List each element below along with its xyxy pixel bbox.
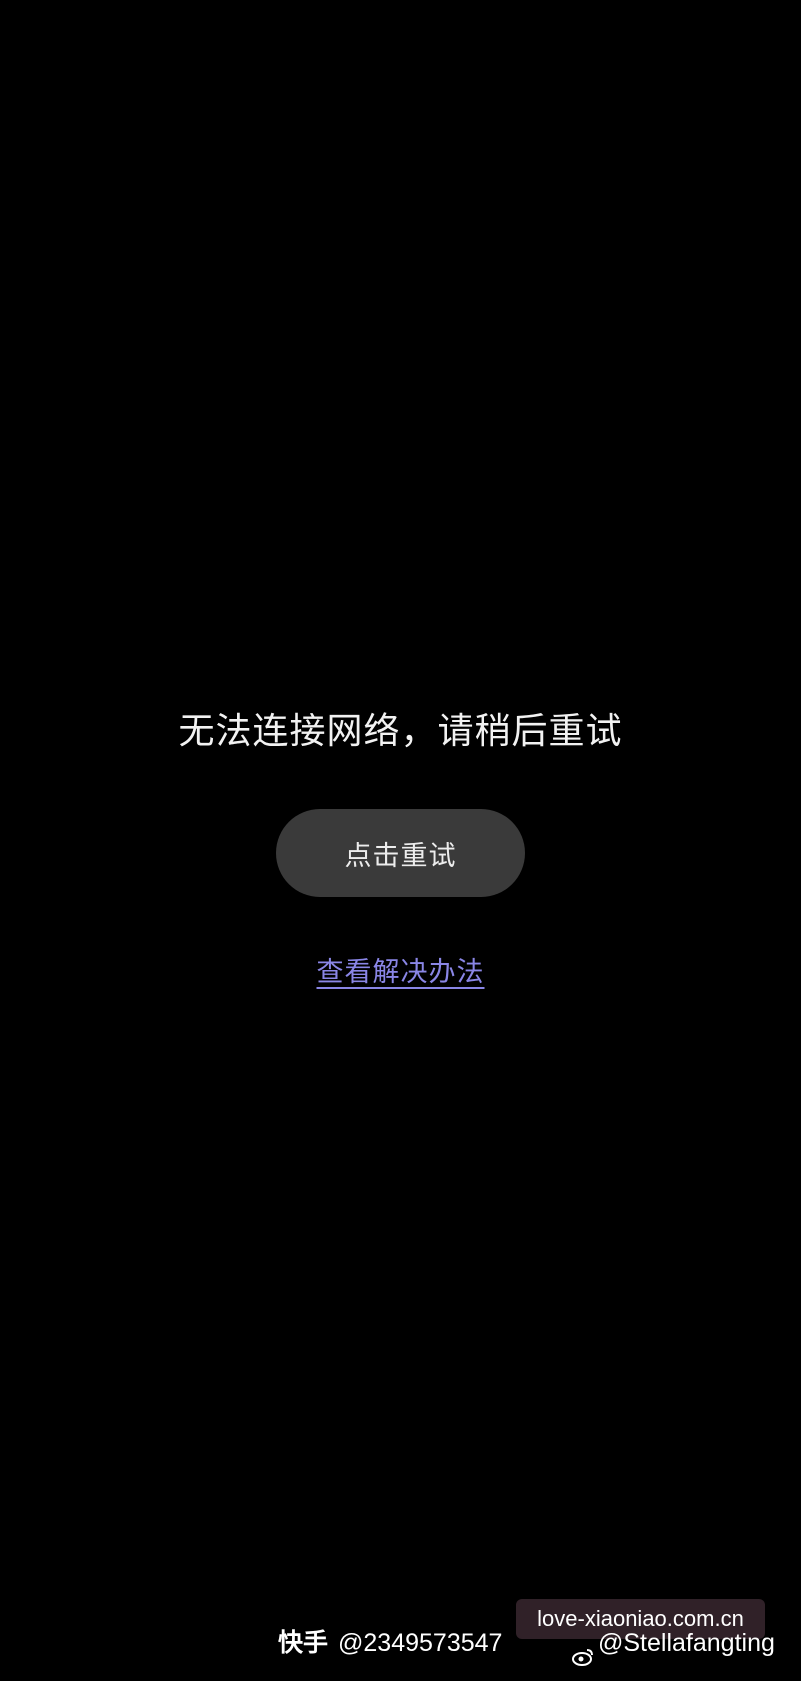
bottom-watermarks: 快手 @2349573547 @Stellafangting [0,1620,801,1667]
weibo-handle: @Stellafangting [598,1629,775,1657]
weibo-icon [572,1635,594,1667]
network-error-message: 无法连接网络，请稍后重试 [178,711,623,752]
weibo-watermark: @Stellafangting [572,1620,775,1667]
kuaishou-id: @2349573547 [338,1629,503,1657]
help-link-container: 查看解决办法 [0,953,801,993]
error-screen: 无法连接网络，请稍后重试 点击重试 查看解决办法 love-xiaoniao.c… [0,0,801,1672]
kuaishou-watermark: 快手 @2349573547 [278,1620,502,1666]
view-solution-link[interactable]: 查看解决办法 [317,957,485,988]
kuaishou-brand: 快手 [278,1629,329,1657]
retry-button[interactable]: 点击重试 [276,809,525,897]
